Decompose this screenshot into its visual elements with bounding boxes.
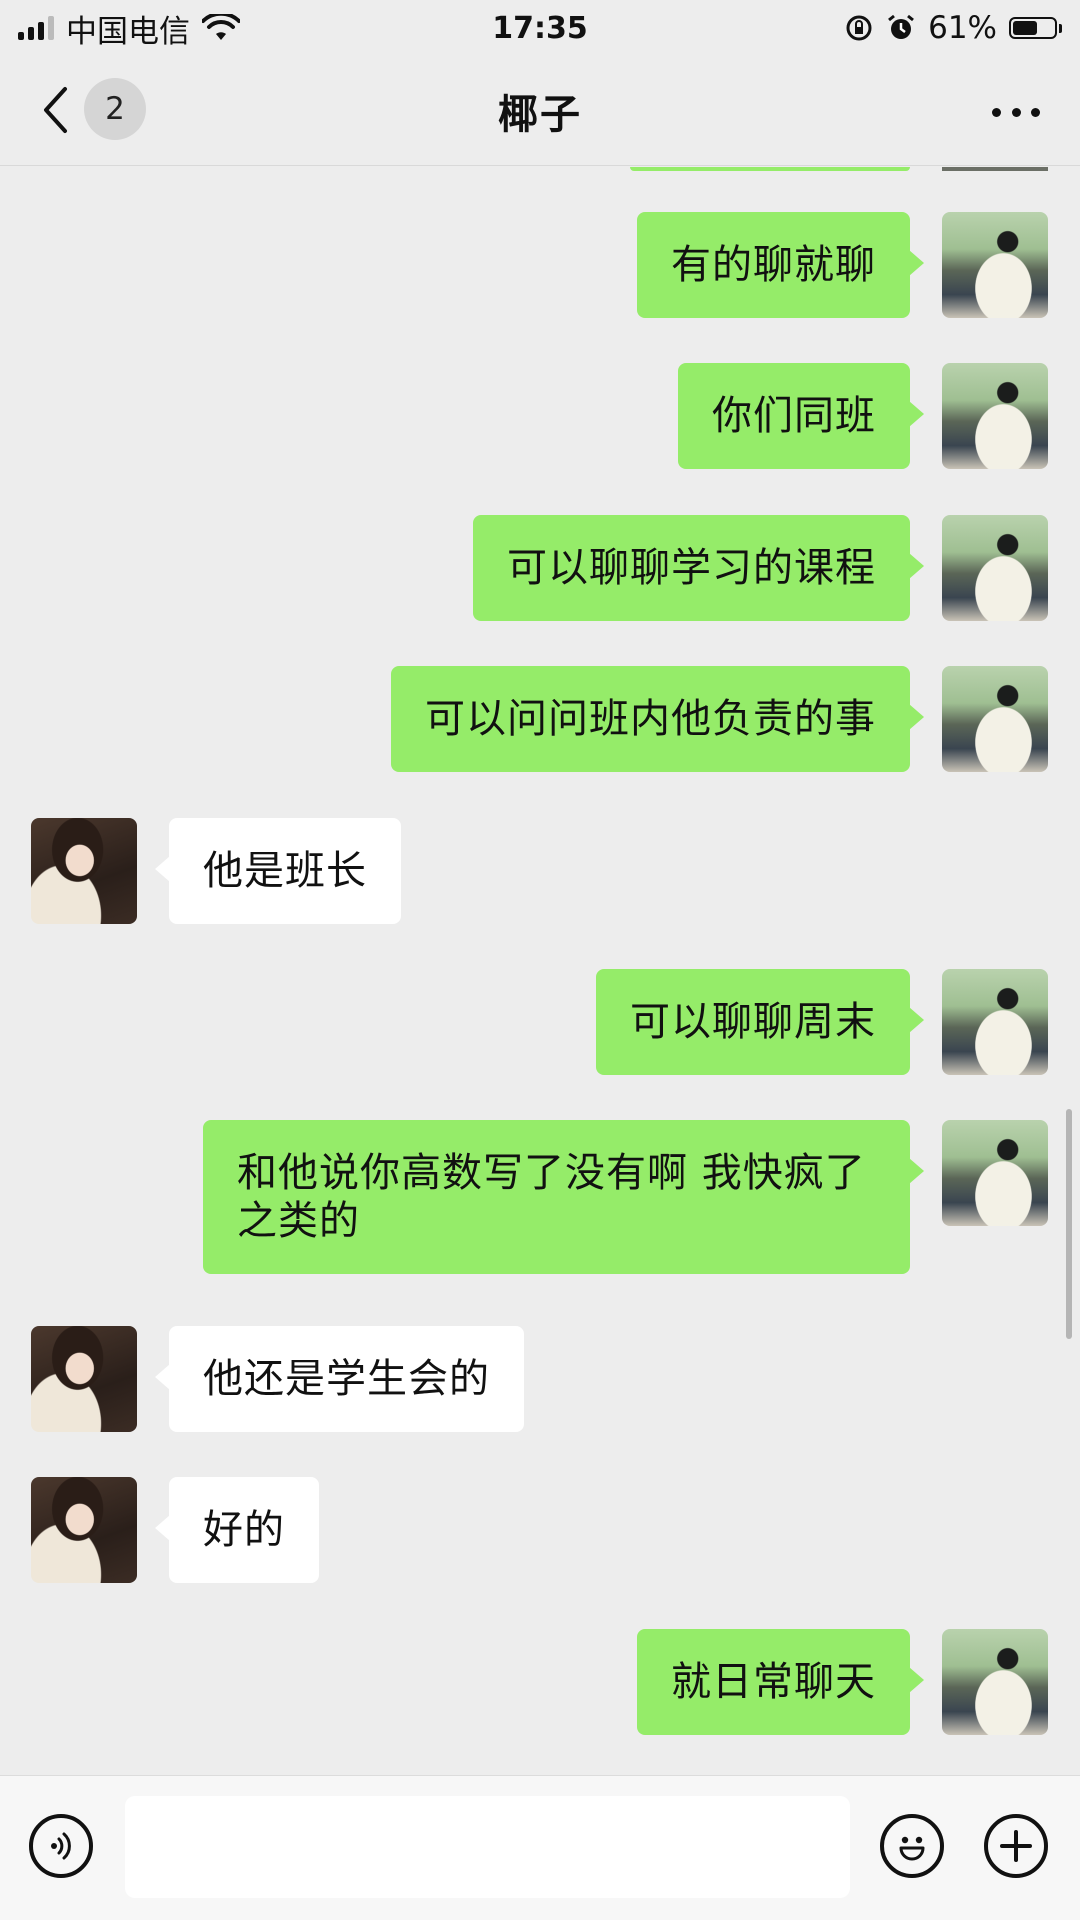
partial-message-bubble [630,167,910,171]
my-avatar[interactable] [942,1120,1048,1226]
my-avatar[interactable] [942,515,1048,621]
scroll-indicator[interactable] [1066,1109,1072,1339]
emoji-icon [899,1836,925,1861]
input-bar [0,1775,1080,1920]
battery-icon [1009,17,1062,39]
unread-count-badge[interactable]: 2 [84,78,146,140]
contact-avatar[interactable] [31,1477,137,1583]
status-time: 17:35 [492,10,588,46]
contact-avatar[interactable] [31,1326,137,1432]
status-bar: 中国电信 17:35 61% [0,0,1080,56]
message-bubble[interactable]: 好的 [155,1477,319,1583]
alarm-icon [888,14,915,39]
my-avatar[interactable] [942,969,1048,1075]
message-bubble[interactable]: 他是班长 [155,818,401,924]
plus-icon [1000,1830,1032,1862]
emoji-button[interactable] [880,1814,944,1878]
chevron-left-icon [44,87,67,133]
wifi-icon [202,14,240,40]
signal-icon [18,16,54,40]
message-bubble[interactable]: 可以聊聊学习的课程 [473,515,924,621]
message-list[interactable]: 有的聊就聊 你们同班 可以聊聊学习的课程 可以问问班内他负责的事 他是班长 可以… [0,167,1080,1775]
message-input[interactable] [125,1796,850,1898]
battery-percent: 61% [928,10,997,46]
back-button[interactable] [40,82,70,138]
message-bubble[interactable]: 可以问问班内他负责的事 [391,666,924,772]
voice-icon [51,1832,71,1860]
my-avatar[interactable] [942,1629,1048,1735]
message-bubble[interactable]: 你们同班 [678,363,924,469]
message-bubble[interactable]: 就日常聊天 [637,1629,924,1735]
status-right: 61% [844,10,1062,46]
my-avatar[interactable] [942,666,1048,772]
message-bubble[interactable]: 可以聊聊周末 [596,969,924,1075]
my-avatar[interactable] [942,363,1048,469]
more-features-button[interactable] [984,1814,1048,1878]
rotation-lock-icon [846,15,872,41]
status-left: 中国电信 [18,6,240,51]
carrier-name: 中国电信 [66,13,190,50]
chat-header: 2 椰子 [0,56,1080,166]
message-bubble[interactable]: 有的聊就聊 [637,212,924,318]
my-avatar[interactable] [942,212,1048,318]
message-bubble[interactable]: 和他说你高数写了没有啊 我快疯了 之类的 [203,1120,924,1274]
chat-title: 椰子 [498,91,582,138]
voice-input-button[interactable] [29,1814,93,1878]
more-options-button[interactable] [992,102,1040,122]
partial-avatar [942,167,1048,171]
contact-avatar[interactable] [31,818,137,924]
message-bubble[interactable]: 他还是学生会的 [155,1326,524,1432]
